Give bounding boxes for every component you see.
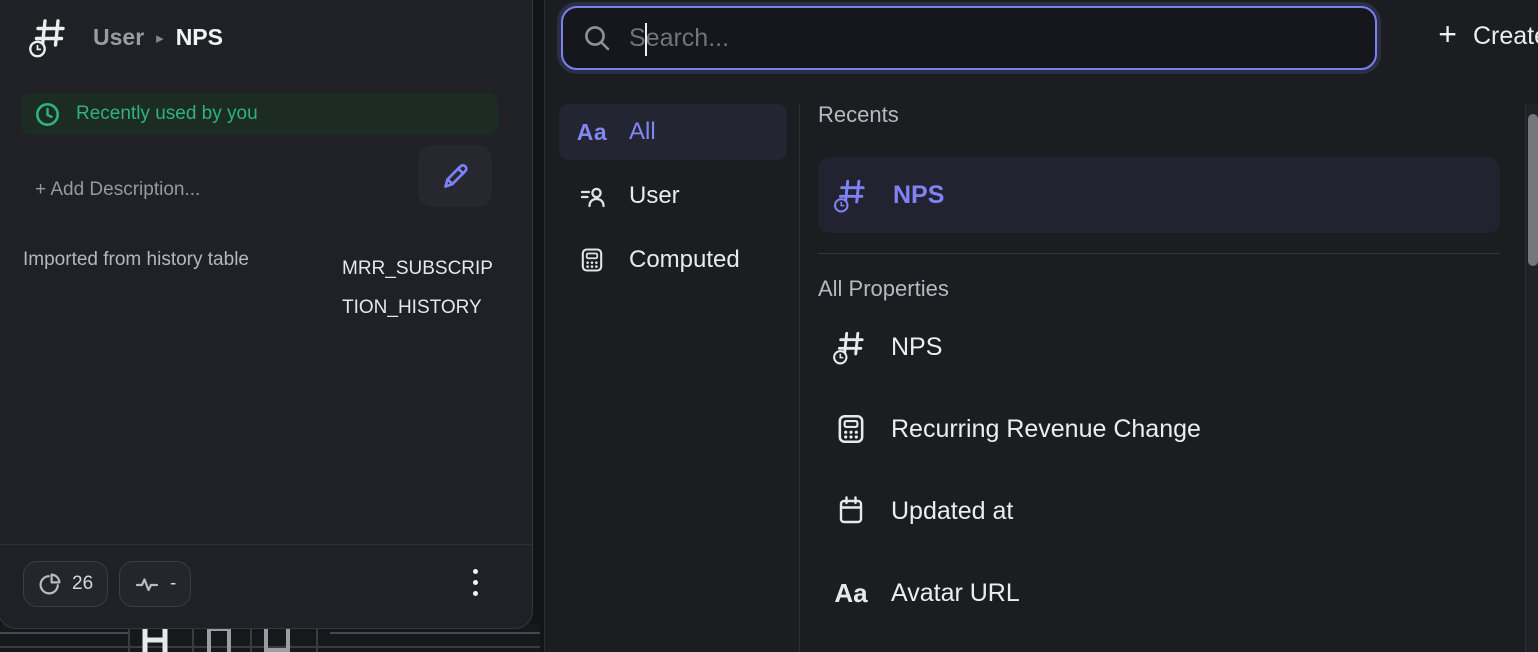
calculator-icon <box>577 246 607 274</box>
panel-footer: 26 - <box>23 561 496 607</box>
imported-table-value: MRR_SUBSCRIPTION_HISTORY <box>342 249 502 327</box>
recently-used-badge: Recently used by you <box>21 93 498 135</box>
divider <box>799 104 800 652</box>
sparkline-pill[interactable]: - <box>119 561 191 607</box>
value-count: 26 <box>72 573 93 595</box>
results-list: Recents NPS All Properties <box>818 102 1500 634</box>
value-count-pill[interactable]: 26 <box>23 561 108 607</box>
property-item-avatar-url[interactable]: Aa Avatar URL <box>818 552 1500 634</box>
recently-used-label: Recently used by you <box>76 103 258 125</box>
search-input[interactable] <box>613 24 1375 53</box>
table-column-icon <box>206 626 232 652</box>
calculator-icon <box>833 412 869 446</box>
recent-item-label: NPS <box>893 181 944 210</box>
imported-from-label: Imported from history table <box>23 249 249 271</box>
text-type-icon: Aa <box>833 578 869 609</box>
property-item-label: Updated at <box>891 497 1013 526</box>
search-box[interactable] <box>561 6 1377 70</box>
property-details-panel: User ▸ NPS Recently used by you + Add De… <box>0 0 533 629</box>
pie-chart-icon <box>38 572 62 596</box>
numeric-history-icon <box>834 176 870 214</box>
divider <box>0 544 532 545</box>
tab-user[interactable]: User <box>559 168 787 224</box>
divider <box>818 253 1500 254</box>
property-item-recurring-revenue-change[interactable]: Recurring Revenue Change <box>818 388 1500 470</box>
text-type-icon: Aa <box>577 119 607 146</box>
scrollbar-track[interactable] <box>1525 104 1538 652</box>
add-description-field[interactable]: + Add Description... <box>35 179 200 201</box>
breadcrumb-separator-icon: ▸ <box>156 27 164 47</box>
table-column-icon <box>262 626 292 652</box>
all-properties-header: All Properties <box>818 276 1500 306</box>
divider <box>0 632 128 634</box>
filter-tabs: Aa All User <box>559 104 787 296</box>
kebab-menu-icon[interactable] <box>469 565 482 600</box>
create-button[interactable]: + Create <box>1438 20 1538 52</box>
pulse-icon <box>134 573 160 595</box>
create-button-label: Create <box>1473 22 1538 51</box>
numeric-history-icon <box>833 328 869 366</box>
plus-icon: + <box>1438 20 1457 52</box>
property-item-label: Recurring Revenue Change <box>891 415 1201 444</box>
property-item-label: NPS <box>891 333 942 362</box>
clock-icon <box>35 102 60 127</box>
edit-description-button[interactable] <box>418 145 492 207</box>
scrollbar-thumb[interactable] <box>1528 114 1538 266</box>
tab-computed-label: Computed <box>629 246 740 274</box>
tab-all-label: All <box>629 118 656 146</box>
calendar-icon <box>833 494 869 528</box>
search-icon <box>581 22 613 54</box>
tab-all[interactable]: Aa All <box>559 104 787 160</box>
tab-computed[interactable]: Computed <box>559 232 787 288</box>
tab-user-label: User <box>629 182 680 210</box>
breadcrumb-parent[interactable]: User <box>93 24 144 51</box>
property-item-label: Avatar URL <box>891 579 1020 608</box>
recents-header: Recents <box>818 102 1500 132</box>
recent-item-nps[interactable]: NPS <box>818 157 1500 233</box>
breadcrumb: User ▸ NPS <box>93 24 223 51</box>
sparkline-value: - <box>170 573 176 595</box>
user-list-icon <box>577 182 607 210</box>
panel-header: User ▸ NPS <box>29 15 223 59</box>
text-caret <box>645 23 647 56</box>
property-item-updated-at[interactable]: Updated at <box>818 470 1500 552</box>
property-item-nps[interactable]: NPS <box>818 306 1500 388</box>
pencil-icon <box>437 158 473 194</box>
breadcrumb-current: NPS <box>176 24 223 51</box>
numeric-history-icon <box>29 15 71 59</box>
divider <box>330 632 540 634</box>
table-column-icon <box>140 626 170 652</box>
property-search-popover: + Create Aa All User <box>544 0 1538 652</box>
